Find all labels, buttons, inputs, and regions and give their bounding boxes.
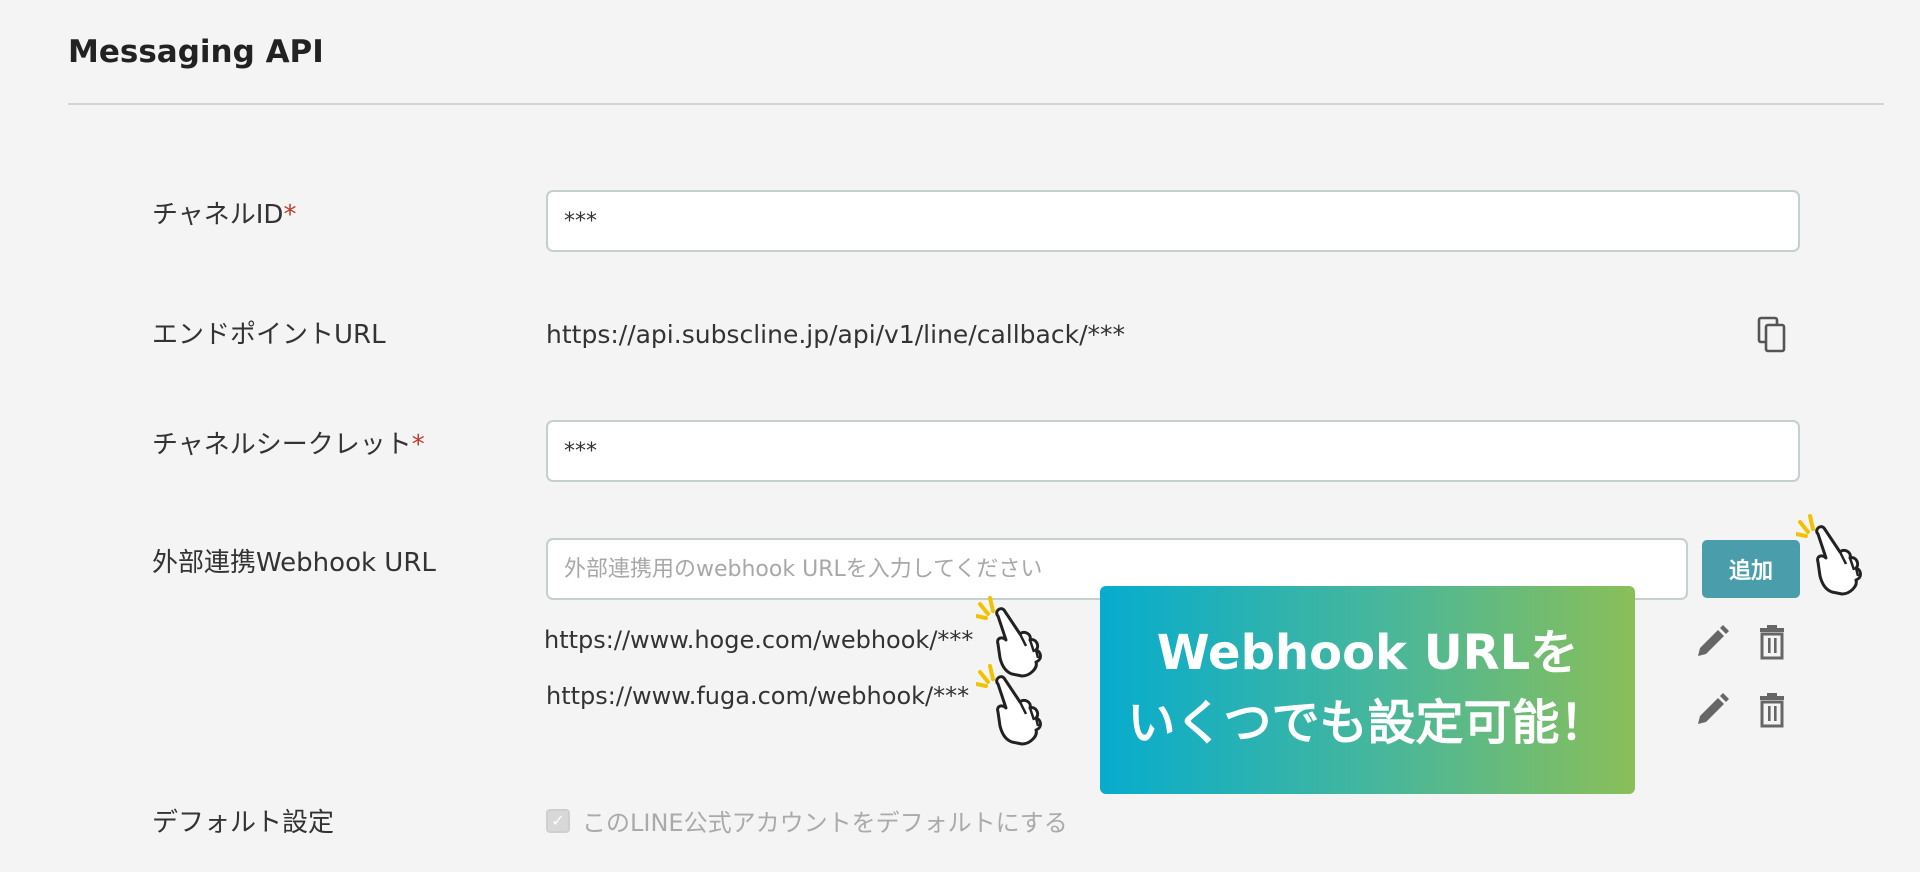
pencil-icon[interactable] bbox=[1692, 690, 1732, 730]
section-title: Messaging API bbox=[68, 34, 324, 70]
pointing-hand-icon bbox=[976, 664, 1042, 746]
webhook-url-item: https://www.fuga.com/webhook/*** bbox=[546, 682, 970, 710]
required-mark: * bbox=[283, 200, 297, 230]
channel-secret-input[interactable] bbox=[546, 420, 1800, 482]
default-setting-label: デフォルト設定 bbox=[152, 808, 335, 838]
required-mark: * bbox=[411, 430, 425, 460]
webhook-url-item: https://www.hoge.com/webhook/*** bbox=[544, 626, 974, 654]
channel-id-input[interactable] bbox=[546, 190, 1800, 252]
trash-icon[interactable] bbox=[1752, 622, 1792, 662]
endpoint-url-label: エンドポイントURL bbox=[152, 320, 386, 350]
pointing-hand-icon bbox=[1796, 514, 1862, 596]
webhook-url-label: 外部連携Webhook URL bbox=[152, 548, 436, 578]
callout-line-1: Webhook URLを bbox=[1156, 625, 1579, 681]
channel-secret-label: チャネルシークレット* bbox=[152, 430, 425, 460]
channel-id-label: チャネルID* bbox=[152, 200, 297, 230]
add-webhook-button[interactable]: 追加 bbox=[1702, 540, 1800, 598]
default-account-checkbox-label: このLINE公式アカウントをデフォルトにする bbox=[582, 809, 1068, 837]
pencil-icon[interactable] bbox=[1692, 622, 1732, 662]
feature-callout: Webhook URLを いくつでも設定可能！ bbox=[1100, 586, 1635, 794]
section-divider bbox=[68, 103, 1884, 105]
checkmark-icon[interactable]: ✓ bbox=[546, 808, 570, 833]
trash-icon[interactable] bbox=[1752, 690, 1792, 730]
callout-line-2: いくつでも設定可能！ bbox=[1127, 695, 1608, 751]
default-account-checkbox-row[interactable]: ✓ このLINE公式アカウントをデフォルトにする bbox=[546, 803, 1068, 838]
endpoint-url-value: https://api.subscline.jp/api/v1/line/cal… bbox=[546, 320, 1126, 349]
copy-icon[interactable] bbox=[1756, 316, 1790, 354]
